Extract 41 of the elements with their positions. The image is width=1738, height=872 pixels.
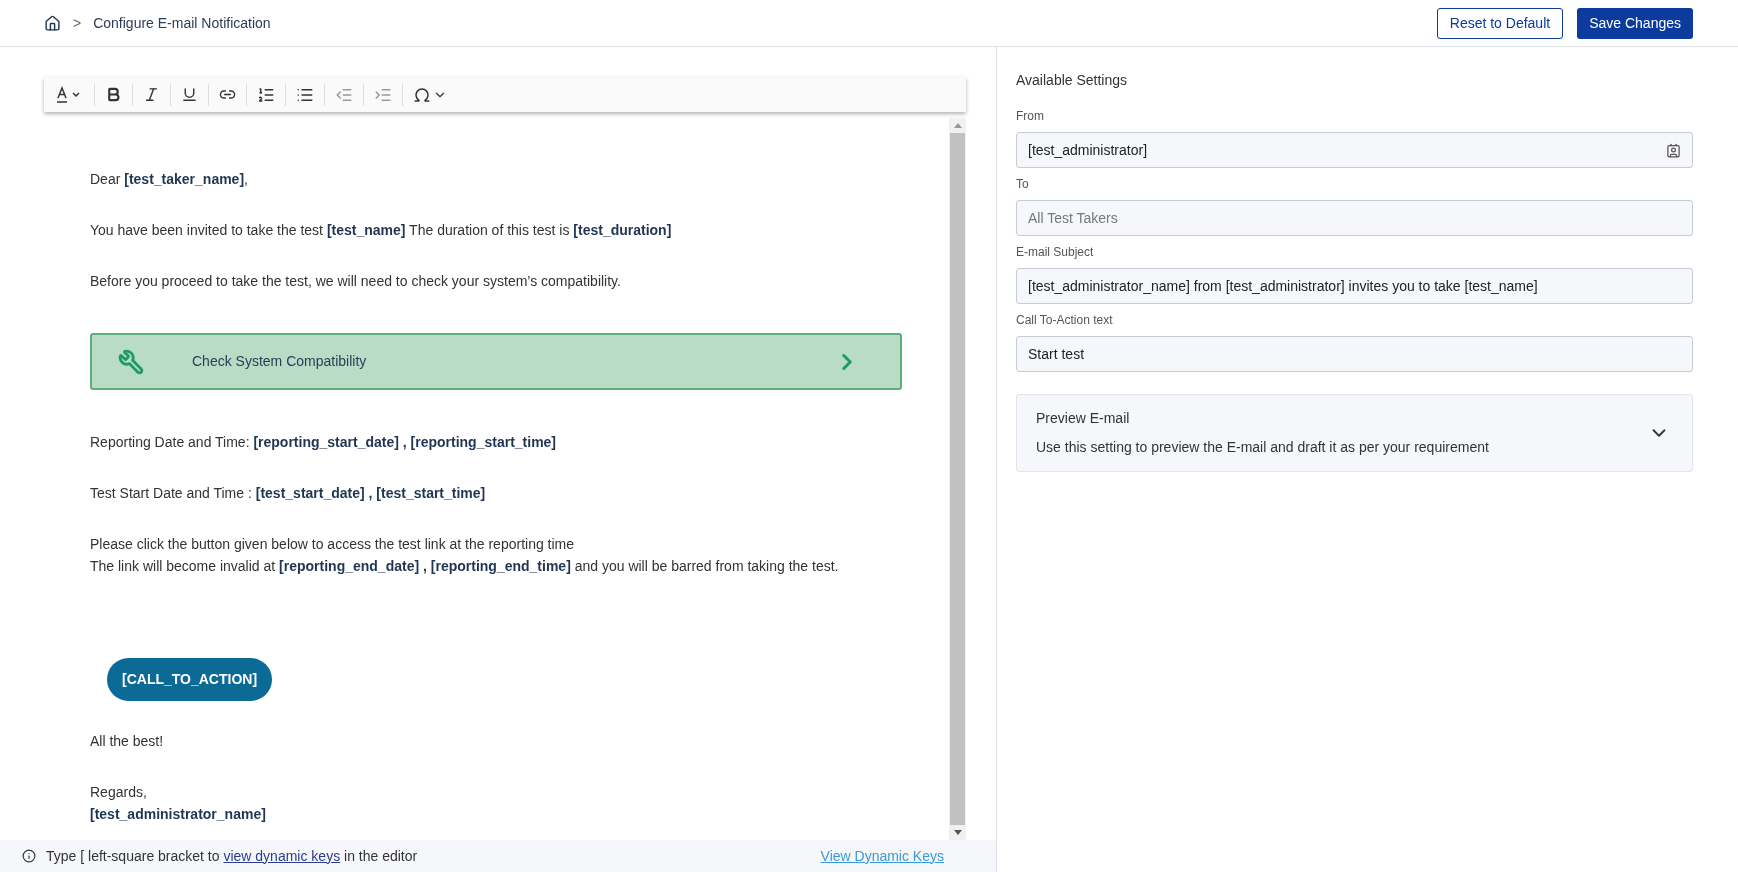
preview-description: Use this setting to preview the E-mail and draft it as per your requirement (1036, 438, 1489, 457)
preview-title: Preview E-mail (1036, 409, 1130, 428)
email-text: Dear [test_taker_name], (90, 170, 248, 189)
text-field[interactable]: [test_administrator_name] from [test_administrator] invites you to take [test_name] (1016, 268, 1693, 304)
settings-title: Available Settings (1016, 71, 1129, 90)
field-label: Call To-Action text (1016, 312, 1113, 328)
dynamic-keys-hint: Type [ left-square bracket to view dynamic keys in the editor (46, 846, 418, 866)
text-field[interactable]: [test_administrator] (1016, 132, 1693, 168)
email-text: All the best! (90, 732, 164, 751)
reset-button[interactable]: Reset to Default (1436, 7, 1564, 39)
email-text: Regards, (90, 783, 147, 802)
contact-card-icon[interactable] (1666, 142, 1681, 158)
email-text: Reporting Date and Time: [reporting_start_date] , [reporting_start_time] (90, 433, 557, 452)
email-text: Before you proceed to take the test, we will need to check your system’s compatibility. (90, 272, 621, 291)
scrollbar[interactable] (949, 118, 966, 840)
call-to-action-button[interactable]: [CALL_TO_ACTION] (107, 658, 273, 701)
underline-icon (181, 86, 198, 103)
page-title: Configure E-mail Notification (93, 13, 271, 33)
home-icon[interactable] (44, 14, 61, 32)
numbered-list-icon (257, 85, 275, 104)
field-label: From (1016, 108, 1044, 124)
text-field[interactable]: Start test (1016, 336, 1693, 372)
wrench-icon (118, 348, 144, 375)
scroll-down-icon[interactable] (953, 830, 962, 835)
email-text: The link will become invalid at [reporting_end_date] , [reporting_end_time] and you will be barred from taking the test. (90, 557, 839, 576)
omega-icon (413, 85, 431, 104)
breadcrumb-separator: > (73, 13, 82, 33)
email-text: [test_administrator_name] (90, 805, 266, 824)
field-label: E-mail Subject (1016, 244, 1094, 260)
bold-icon (105, 86, 122, 103)
email-text: Please click the button given below to access the test link at the reporting time (90, 535, 575, 554)
check-compatibility-button[interactable]: Check System Compatibility (90, 333, 902, 390)
save-button[interactable]: Save Changes (1577, 7, 1693, 39)
preview-email-card[interactable]: Preview E-mail Use this setting to preview the E-mail and draft it as per your requirement (1016, 394, 1693, 472)
field-label: To (1016, 176, 1029, 192)
info-icon (22, 849, 36, 863)
email-text: Test Start Date and Time : [test_start_date] , [test_start_time] (90, 484, 486, 503)
view-dynamic-keys-link[interactable]: view dynamic keys (223, 847, 341, 864)
text-field[interactable]: All Test Takers (1016, 200, 1693, 236)
italic-icon (143, 86, 160, 103)
email-text: You have been invited to take the test [test_name] The duration of this test is [test_duration] (90, 221, 672, 240)
